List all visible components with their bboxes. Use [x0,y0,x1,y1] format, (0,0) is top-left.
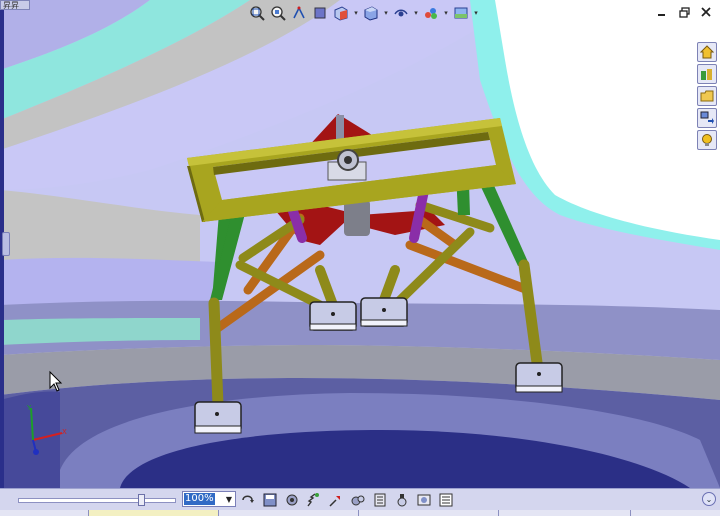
window-controls [656,6,712,18]
chevron-down-icon[interactable]: ▾ [353,4,359,22]
foot-front-left [194,401,242,434]
motor-housing [344,200,370,236]
file-explorer-icon[interactable] [697,86,717,106]
timeline-zoom-slider[interactable] [18,494,176,506]
timeline-highlight [88,510,218,516]
zoom-select[interactable]: 100% ▼ [182,491,236,507]
corner-label: 昇昇 [0,0,30,10]
section-view-icon[interactable] [311,4,329,22]
foot-mid-left [309,301,357,331]
graphics-viewport[interactable]: X Y 昇昇 ▾ ▾ ▾ ▾ ▾ [0,0,720,488]
close-icon[interactable] [700,6,712,18]
resources-home-icon[interactable] [697,42,717,62]
previous-view-icon[interactable] [290,4,308,22]
chevron-down-icon[interactable]: ▾ [413,4,419,22]
chevron-down-icon[interactable]: ▼ [223,492,235,506]
chevron-down-icon[interactable]: ▾ [383,4,389,22]
zoom-to-area-icon[interactable] [269,4,287,22]
hide-show-items-icon[interactable] [392,4,410,22]
zoom-to-fit-icon[interactable] [248,4,266,22]
save-animation-icon[interactable] [262,492,278,508]
spring-icon[interactable] [306,492,322,508]
chevron-down-icon[interactable]: ▾ [473,4,479,22]
foot-mid-right [360,297,408,327]
heads-up-view-toolbar: ▾ ▾ ▾ ▾ ▾ [248,2,479,24]
feature-manager-toggle[interactable] [2,232,10,256]
contact-icon[interactable] [350,492,366,508]
minimize-icon[interactable] [656,6,668,18]
edit-appearance-icon[interactable] [422,4,440,22]
collapse-motion-manager-icon[interactable]: ⌄ [702,492,716,506]
animation-wizard-icon[interactable] [240,492,256,508]
apply-scene-icon[interactable] [452,4,470,22]
design-library-icon[interactable] [697,64,717,84]
display-style-icon[interactable] [362,4,380,22]
task-pane-tabs [697,42,719,150]
slider-thumb[interactable] [137,494,145,506]
properties-icon[interactable] [438,492,454,508]
svg-text:X: X [62,428,67,436]
force-icon[interactable] [328,492,344,508]
results-icon[interactable] [394,492,410,508]
foot-front-right [515,362,563,393]
motor-icon[interactable] [284,492,300,508]
chevron-down-icon[interactable]: ▾ [443,4,449,22]
restore-icon[interactable] [678,6,690,18]
timeline-strip[interactable] [0,510,720,516]
gravity-icon[interactable] [372,492,388,508]
zoom-value: 100% [184,493,215,505]
motion-manager-toolbar: 100% ▼ ⌄ [0,488,720,516]
svg-text:Y: Y [26,404,32,412]
cad-scene[interactable]: X Y [0,0,720,488]
appearances-icon[interactable] [697,130,717,150]
motion-tools [240,491,454,509]
calculate-icon[interactable] [416,492,432,508]
view-palette-icon[interactable] [697,108,717,128]
view-orientation-icon[interactable] [332,4,350,22]
